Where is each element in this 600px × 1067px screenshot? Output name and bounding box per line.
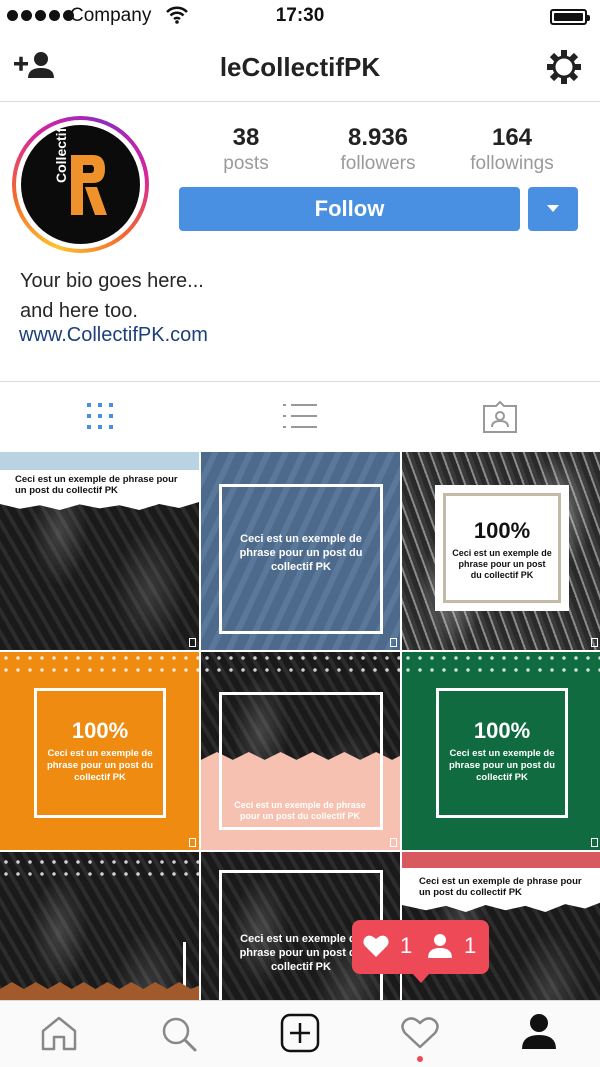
posts-grid: Ceci est un exemple de phrase pour un po… <box>0 452 600 1000</box>
brand-logo-icon <box>71 155 107 215</box>
post-headline: 100% <box>71 718 129 743</box>
follower-icon <box>428 934 452 958</box>
post-thumbnail[interactable]: 100% Ceci est un exemple de phrase pour … <box>402 452 600 650</box>
status-time: 17:30 <box>275 5 325 26</box>
post-thumbnail[interactable]: 100% Ceci est un exemple de phrase pour … <box>402 652 600 850</box>
battery-icon <box>550 9 590 25</box>
heart-icon <box>363 935 389 957</box>
stat-posts-label: posts <box>223 153 269 174</box>
post-caption: Ceci est un exemple de phrase pour un po… <box>452 548 552 580</box>
brand-mark-icon <box>189 638 196 647</box>
post-caption: Ceci est un exemple de phrase pour un po… <box>419 876 582 898</box>
stat-followers-label: followers <box>340 153 416 174</box>
post-caption: Ceci est un exemple de phrase pour un po… <box>448 748 556 783</box>
post-caption: Ceci est un exemple de phrase pour un po… <box>239 533 363 573</box>
profile-website-link[interactable]: www.CollectifPK.com <box>19 324 208 347</box>
list-view-icon[interactable] <box>283 402 317 430</box>
follows-count: 1 <box>464 933 477 958</box>
chevron-down-icon <box>547 205 559 212</box>
activity-notification-bubble[interactable]: 1 1 <box>352 920 489 983</box>
post-caption: Ceci est un exemple de phrase pour un po… <box>234 800 366 821</box>
bio-line: Your bio goes here... <box>20 270 204 292</box>
new-post-icon[interactable] <box>280 1013 320 1053</box>
stat-followers-value: 8.936 <box>347 124 409 151</box>
brand-mark-icon <box>591 838 598 847</box>
top-nav: leCollectifPK <box>0 34 600 102</box>
brand-mark-icon <box>390 638 397 647</box>
post-thumbnail[interactable]: 100% Ceci est un exemple de phrase pour … <box>0 652 199 850</box>
post-thumbnail[interactable]: Ceci est un exemple de phrase pour un po… <box>201 452 400 650</box>
settings-gear-icon[interactable] <box>545 48 583 86</box>
suggestions-dropdown-button[interactable] <box>528 187 578 231</box>
profile-avatar[interactable]: Collectif. <box>12 116 149 253</box>
bottom-tab-bar <box>0 1000 600 1067</box>
tagged-photos-icon[interactable] <box>482 400 518 434</box>
search-icon[interactable] <box>160 1015 198 1053</box>
post-caption: Ceci est un exemple de phrase pour un po… <box>15 474 178 496</box>
home-icon[interactable] <box>40 1015 78 1051</box>
stat-followings[interactable]: 164 followings <box>452 124 572 175</box>
stat-followings-value: 164 <box>491 124 533 151</box>
stat-followings-label: followings <box>470 153 554 174</box>
activity-indicator-dot <box>417 1056 423 1062</box>
brand-mark-icon <box>591 638 598 647</box>
post-headline: 100% <box>473 718 531 743</box>
profile-icon[interactable] <box>521 1013 557 1051</box>
profile-username: leCollectifPK <box>219 52 381 82</box>
brand-mark-icon <box>390 838 397 847</box>
post-thumbnail[interactable]: Ceci est un exemple de phrase pour un po… <box>0 452 199 650</box>
likes-count: 1 <box>400 933 413 958</box>
activity-heart-icon[interactable] <box>401 1016 439 1050</box>
profile-view-tabs <box>0 381 600 452</box>
brand-mark-icon <box>189 838 196 847</box>
post-thumbnail[interactable] <box>0 852 199 1000</box>
post-caption: Ceci est un exemple de phrase pour un po… <box>46 748 154 783</box>
follow-button[interactable]: Follow <box>179 187 520 231</box>
stat-posts-value: 38 <box>232 124 260 151</box>
post-headline: 100% <box>473 518 531 543</box>
post-thumbnail[interactable]: Ceci est un exemple de phrase pour un po… <box>201 652 400 850</box>
bio-line: and here too. <box>20 300 138 322</box>
grid-view-icon[interactable] <box>86 402 114 430</box>
status-bar: Company 17:30 <box>0 0 600 34</box>
profile-bio: Your bio goes here... and here too. <box>20 266 204 326</box>
stat-followers[interactable]: 8.936 followers <box>318 124 438 175</box>
stat-posts[interactable]: 38 posts <box>186 124 306 175</box>
